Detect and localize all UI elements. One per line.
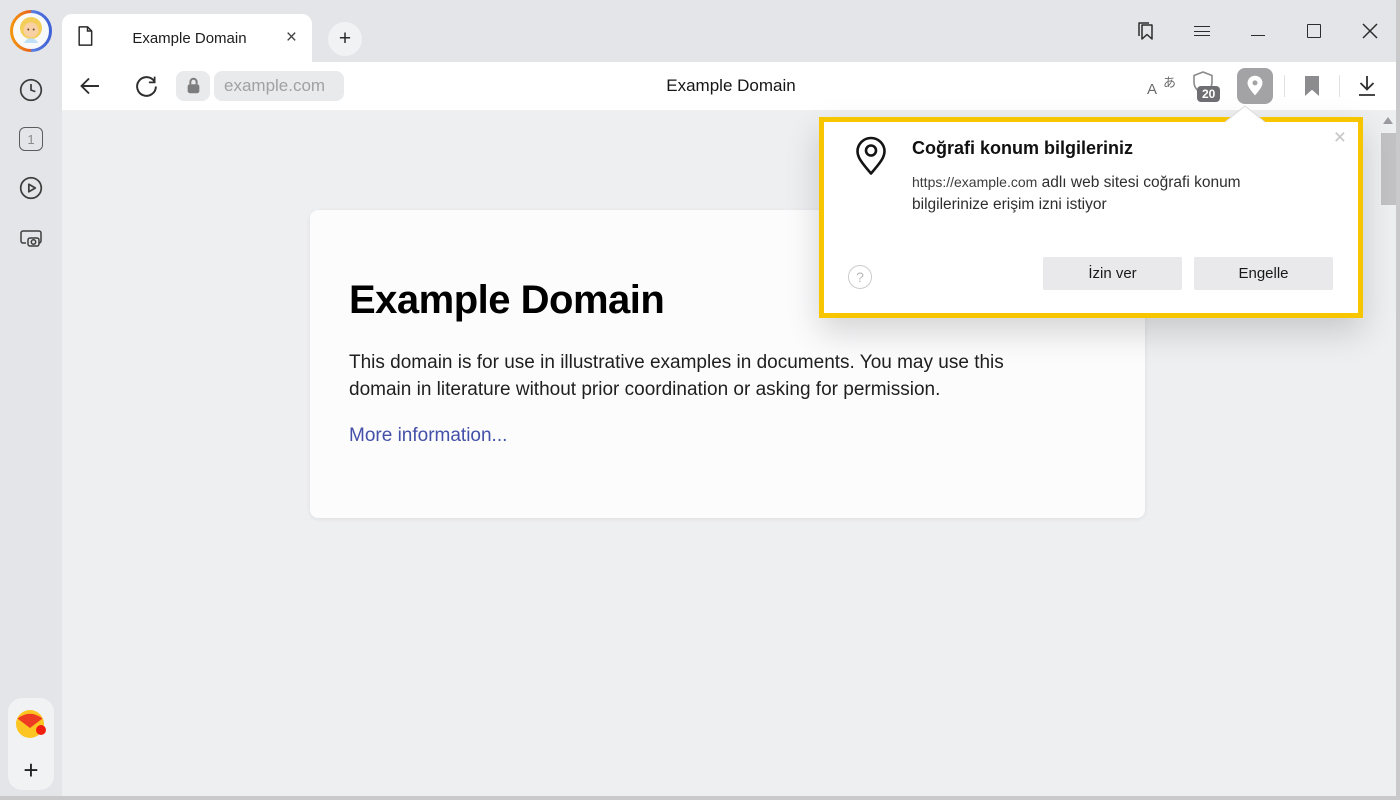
page-content: Example Domain This domain is for use in… (62, 110, 1400, 800)
location-pin-icon[interactable] (1237, 68, 1273, 104)
scroll-up-arrow[interactable] (1383, 117, 1393, 124)
help-icon[interactable]: ? (848, 265, 872, 289)
mail-icon[interactable] (12, 705, 50, 743)
shield-icon[interactable]: 20 (1191, 70, 1223, 102)
reload-icon[interactable] (132, 72, 160, 100)
bookmark-icon[interactable] (1299, 72, 1325, 100)
avatar-image (9, 9, 53, 53)
new-tab-button[interactable]: + (328, 22, 362, 56)
divider (1339, 75, 1340, 97)
page-icon (75, 24, 95, 53)
tab-title: Example Domain (95, 30, 284, 47)
window-edge-right (1396, 0, 1400, 800)
popup-message: https://example.com adlı web sitesi coğr… (912, 172, 1290, 216)
geolocation-permission-popup: × Coğrafi konum bilgileriniz https://exa… (819, 117, 1363, 318)
shield-badge: 20 (1197, 86, 1220, 102)
translate-icon[interactable]: A あ (1147, 72, 1177, 100)
toolbar: example.com Example Domain A あ 20 (62, 62, 1400, 110)
divider (1284, 75, 1285, 97)
page-body-text: This domain is for use in illustrative e… (349, 350, 1049, 404)
download-icon[interactable] (1354, 72, 1380, 100)
menu-icon[interactable] (1190, 19, 1214, 43)
toolbar-actions: A あ 20 (1147, 62, 1380, 110)
location-pin-icon (854, 136, 888, 189)
popup-actions: İzin ver Engelle (1043, 257, 1333, 290)
browser-window: 1 (0, 0, 1400, 800)
block-button[interactable]: Engelle (1194, 257, 1333, 290)
avatar[interactable] (9, 9, 53, 53)
more-information-link[interactable]: More information... (349, 425, 507, 447)
maximize-button[interactable] (1302, 19, 1326, 43)
add-widget-icon[interactable]: + (23, 758, 38, 782)
history-icon[interactable] (17, 76, 45, 104)
tab-bar: Example Domain × + (62, 0, 1400, 62)
window-edge-bottom (0, 796, 1400, 800)
video-player-icon[interactable] (17, 174, 45, 202)
sidebar: 1 (0, 0, 62, 800)
tab-count-label: 1 (19, 127, 43, 151)
window-close-button[interactable] (1358, 19, 1382, 43)
scrollbar-thumb[interactable] (1381, 133, 1396, 205)
tab-groups-icon[interactable] (1134, 19, 1158, 43)
popup-site-url: https://example.com (912, 174, 1037, 190)
minimize-button[interactable] (1246, 19, 1270, 43)
allow-button[interactable]: İzin ver (1043, 257, 1182, 290)
site-security-chip[interactable] (176, 71, 210, 101)
main-area: Example Domain × + (62, 0, 1400, 800)
popup-close-icon[interactable]: × (1334, 127, 1346, 148)
lock-icon (186, 77, 201, 95)
popup-title: Coğrafi konum bilgileriniz (912, 138, 1133, 159)
screenshot-icon[interactable] (17, 223, 45, 251)
tab-example-domain[interactable]: Example Domain × (62, 14, 312, 62)
sidebar-widget: + (8, 698, 54, 790)
popup-caret (1225, 105, 1265, 122)
window-controls (1134, 0, 1382, 62)
tab-counter[interactable]: 1 (17, 125, 45, 153)
tab-close-icon[interactable]: × (284, 27, 299, 49)
page-title: Example Domain (362, 62, 1100, 110)
address-bar[interactable]: example.com (214, 71, 344, 101)
back-icon[interactable] (76, 72, 104, 100)
